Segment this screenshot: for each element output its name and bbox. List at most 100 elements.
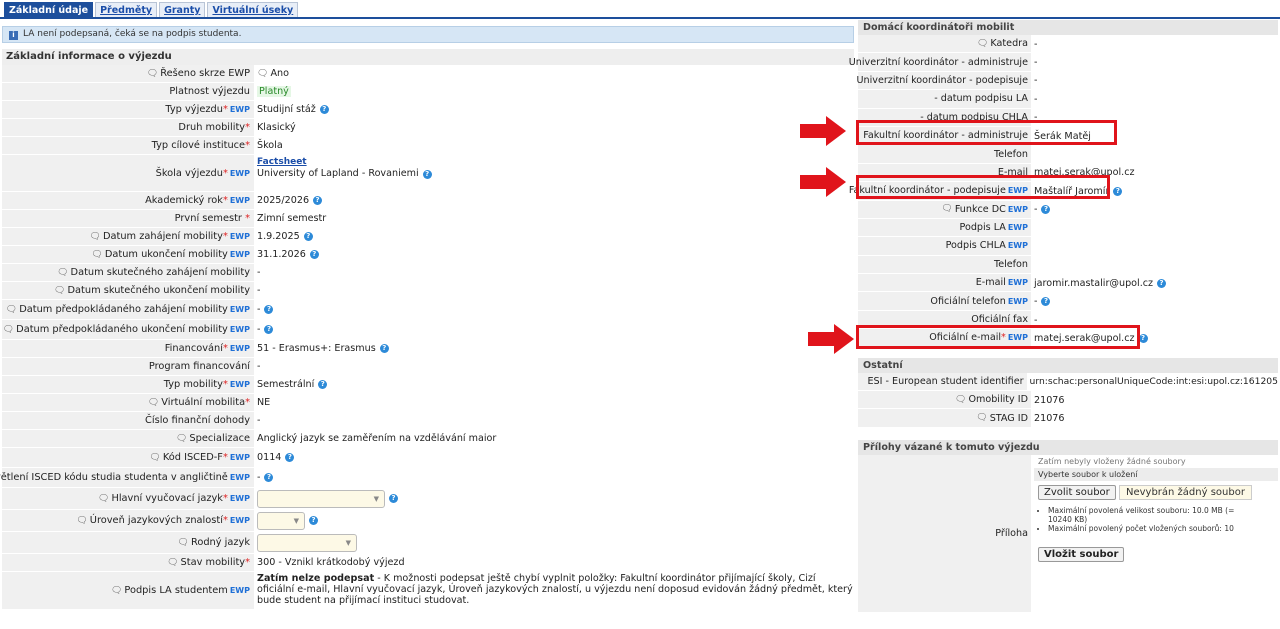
row-label: Podpis CHLA: [945, 240, 1006, 252]
help-icon[interactable]: ?: [264, 325, 274, 334]
insert-file-button[interactable]: Vložit soubor: [1038, 546, 1125, 562]
native-language-select[interactable]: ▼: [257, 533, 357, 552]
help-icon[interactable]: ?: [379, 344, 389, 353]
row-label: Akademický rok: [145, 195, 223, 206]
coord-row: E-mail EWP jaromir.mastalir@upol.cz?: [858, 274, 1278, 293]
help-icon[interactable]: ?: [285, 453, 295, 462]
choose-file-header: Vyberte soubor k uložení: [1034, 467, 1278, 481]
section-title: Základní informace o výjezdu: [2, 49, 854, 65]
factsheet-link[interactable]: Factsheet: [257, 157, 307, 167]
row-label: Kód ISCED-F: [162, 452, 223, 463]
row-value: Semestrální: [257, 379, 315, 390]
coord-row: Telefon: [858, 145, 1278, 164]
help-icon[interactable]: ?: [422, 170, 432, 179]
ewp-badge: EWP: [229, 380, 250, 389]
language-level-select[interactable]: ▼: [257, 511, 305, 530]
row-label: Stav mobility: [180, 557, 246, 568]
comment-icon[interactable]: 🗨: [176, 434, 187, 444]
comment-icon[interactable]: 🗨: [3, 325, 14, 335]
comment-icon[interactable]: 🗨: [90, 232, 101, 242]
tabs-underline: [0, 17, 1280, 19]
help-icon[interactable]: ?: [309, 250, 319, 259]
help-icon[interactable]: ?: [1157, 278, 1167, 288]
comment-icon[interactable]: 🗨: [111, 586, 122, 596]
comment-icon[interactable]: 🗨: [91, 250, 102, 260]
comment-icon[interactable]: 🗨: [977, 39, 988, 49]
tab-basic-info[interactable]: Základní údaje: [4, 2, 94, 17]
teaching-language-select[interactable]: ▼: [257, 489, 385, 508]
help-icon[interactable]: ?: [309, 516, 318, 525]
help-icon[interactable]: ?: [303, 232, 313, 241]
row-label: Datum skutečného zahájení mobility: [70, 267, 250, 278]
tab-virtual-sections[interactable]: Virtuální úseky: [207, 2, 299, 17]
help-icon[interactable]: ?: [1041, 297, 1051, 307]
row-teaching-language: 🗨 Hlavní vyučovací jazyk * EWP ▼?: [2, 488, 854, 510]
row-value: Studijní stáž: [257, 104, 316, 115]
row-label: Funkce DC: [954, 203, 1006, 215]
comment-icon[interactable]: 🗨: [54, 286, 65, 296]
comment-icon[interactable]: 🗨: [167, 558, 178, 568]
row-value: -: [257, 472, 261, 483]
row-label: Katedra: [990, 38, 1028, 50]
comment-icon[interactable]: 🗨: [976, 413, 987, 423]
comment-icon[interactable]: 🗨: [941, 204, 952, 214]
row-agreement-no: Číslo finanční dohody -: [2, 412, 854, 430]
row-label: Rodný jazyk: [190, 537, 250, 548]
row-value: [1031, 237, 1278, 255]
comment-icon[interactable]: 🗨: [57, 268, 68, 278]
comment-icon[interactable]: 🗨: [955, 395, 966, 405]
comment-icon[interactable]: 🗨: [257, 69, 268, 79]
help-icon[interactable]: ?: [1113, 186, 1123, 196]
comment-icon[interactable]: 🗨: [6, 305, 17, 315]
comment-icon[interactable]: 🗨: [149, 453, 160, 463]
choose-file-button[interactable]: Zvolit soubor: [1038, 484, 1116, 500]
row-funding: Financování * EWP 51 - Erasmus+: Erasmus?: [2, 340, 854, 358]
row-value: jaromir.mastalir@upol.cz: [1034, 277, 1154, 289]
row-label: Vysvětlení ISCED kódu studia studenta v …: [0, 472, 228, 483]
limit-count: Maximální povolený počet vložených soubo…: [1048, 524, 1278, 533]
highlight-box-admin: [856, 120, 1117, 145]
row-label: Program financování: [148, 361, 250, 372]
help-icon[interactable]: ?: [1041, 205, 1051, 215]
row-label: Univerzitní koordinátor - administruje: [849, 53, 1031, 72]
row-value: -: [257, 304, 261, 315]
tab-subjects[interactable]: Předměty: [95, 2, 158, 17]
row-institution-type: Typ cílové instituce * Škola: [2, 137, 854, 155]
row-value: 2025/2026: [257, 195, 310, 206]
help-icon[interactable]: ?: [313, 196, 323, 205]
row-value: 300 - Vznikl krátkodobý výjezd: [257, 557, 405, 568]
coordinators-panel: Domácí koordinátoři mobilit 🗨 Katedra - Un…: [849, 20, 1278, 613]
row-isced-explain: Vysvětlení ISCED kódu studia studenta v …: [0, 468, 854, 488]
attachment-row: Příloha Zatím nebyly vloženy žádné soubo…: [858, 454, 1278, 613]
row-end-date: 🗨 Datum ukončení mobility EWP 31.1.2026?: [2, 246, 854, 264]
limits-list: Maximální povolená velikost souboru: 10.…: [1034, 506, 1278, 533]
help-icon[interactable]: ?: [319, 105, 329, 114]
row-value: -: [1034, 57, 1038, 69]
comment-icon[interactable]: 🗨: [178, 538, 189, 548]
comment-icon[interactable]: 🗨: [76, 516, 87, 526]
ewp-badge: EWP: [229, 196, 250, 205]
other-row: 🗨 Omobility ID 21076: [858, 391, 1278, 410]
help-icon[interactable]: ?: [318, 380, 328, 389]
basic-info-panel: i LA není podepsaná, čeká se na podpis st…: [0, 26, 854, 610]
comment-icon[interactable]: 🗨: [148, 398, 159, 408]
coord-row: Podpis CHLA EWP: [858, 237, 1278, 256]
ewp-badge: EWP: [1007, 296, 1028, 306]
signature-status: Zatím nelze podepsat: [257, 573, 375, 584]
help-icon[interactable]: ?: [389, 494, 398, 503]
row-funding-program: Program financování -: [2, 358, 854, 376]
help-icon[interactable]: ?: [264, 473, 274, 482]
row-label: Typ výjezdu: [165, 104, 223, 115]
ewp-badge: EWP: [229, 305, 250, 314]
no-file-chosen: Nevybrán žádný soubor: [1118, 484, 1252, 500]
comment-icon[interactable]: 🗨: [147, 69, 158, 79]
highlight-box-email: [856, 325, 1140, 349]
comment-icon[interactable]: 🗨: [98, 494, 109, 504]
tab-grants[interactable]: Granty: [159, 2, 206, 17]
help-icon[interactable]: ?: [264, 305, 274, 314]
row-label: Telefon: [858, 145, 1031, 164]
other-row: ESI - European student identifier urn:sch…: [858, 372, 1278, 392]
no-files-text: Zatím nebyly vloženy žádné soubory: [1038, 456, 1186, 466]
coord-row: - datum podpisu LA -: [858, 90, 1278, 109]
row-label: - datum podpisu LA: [858, 90, 1031, 109]
